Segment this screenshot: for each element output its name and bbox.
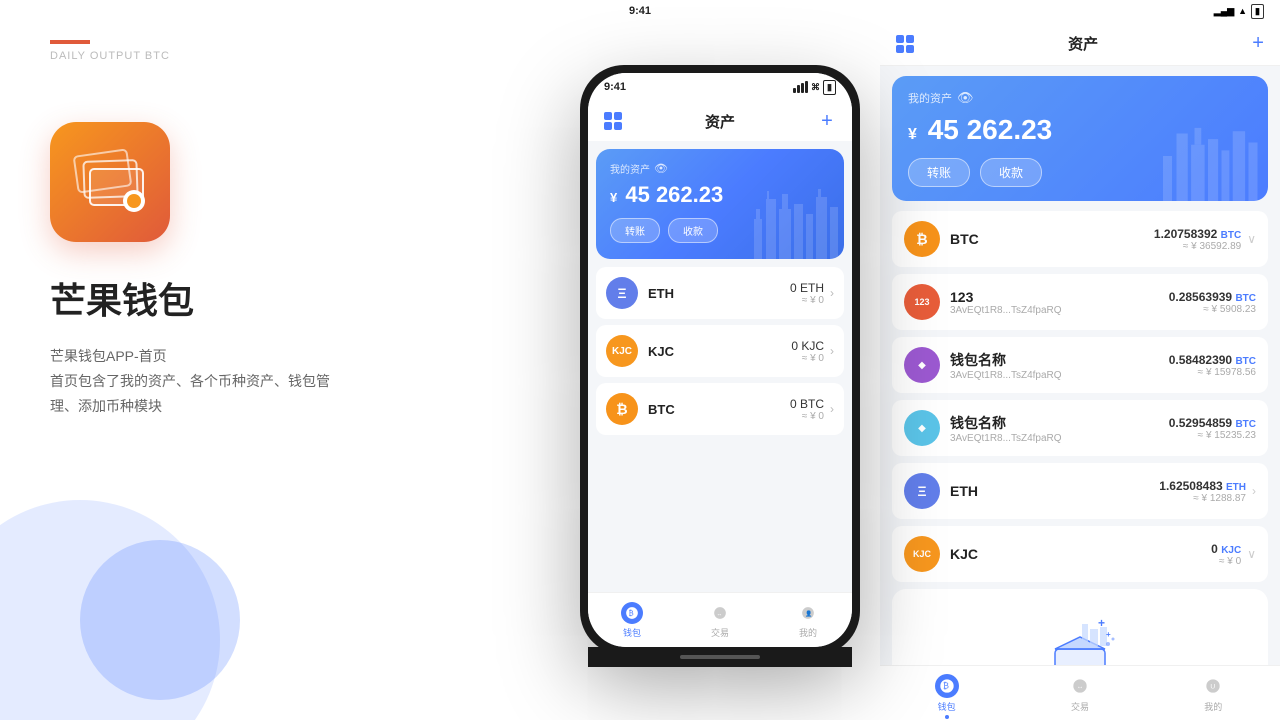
phone-header: 资产 + <box>588 101 852 141</box>
right-receive-button[interactable]: 收款 <box>980 158 1042 187</box>
phone-time: 9:41 <box>604 81 626 93</box>
right-coin-eth[interactable]: Ξ ETH 1.62508483 ETH ≈ ¥ 1288.87 › <box>892 463 1268 519</box>
mine-nav-icon: 👤 <box>797 602 819 624</box>
accent-line <box>50 40 90 44</box>
phone-frame: 9:41 ⌘ ▮ 资产 + <box>580 65 860 655</box>
svg-text:+: + <box>1106 630 1111 639</box>
app-desc: 芒果钱包APP-首页 首页包含了我的资产、各个币种资产、钱包管 理、添加币种模块 <box>50 344 510 420</box>
svg-text:₿: ₿ <box>629 609 634 617</box>
eye-icon[interactable]: 👁 <box>654 162 668 175</box>
receive-button[interactable]: 收款 <box>668 218 718 243</box>
right-asset-label: 我的资产 👁 <box>908 90 1252 106</box>
right-add-icon[interactable]: + <box>1252 32 1264 55</box>
chevron-down-icon: ∨ <box>1247 232 1256 246</box>
svg-text:U: U <box>1211 683 1216 690</box>
right-eth-icon: Ξ <box>904 473 940 509</box>
app-icon <box>50 122 170 242</box>
right-nav-trade[interactable]: ↔ 交易 <box>1068 674 1092 713</box>
nav-wallet[interactable]: ₿ 钱包 <box>621 602 643 639</box>
phone-bottom-nav: ₿ 钱包 ↔ 交易 👤 我的 <box>588 592 852 647</box>
add-icon[interactable]: + <box>818 112 836 130</box>
right-bottom-nav: ₿ 钱包 ↔ 交易 U 我的 <box>880 665 1280 720</box>
coin-item-kjc[interactable]: KJC KJC 0 KJC ≈ ¥ 0 › <box>596 325 844 377</box>
right-grid-icon[interactable] <box>896 35 914 53</box>
right-topbar: 资产 + <box>880 22 1280 66</box>
wallet-nav-icon: ₿ <box>621 602 643 624</box>
phone-coin-list: Ξ ETH 0 ETH ≈ ¥ 0 › KJC KJC 0 KJC ≈ ¥ 0 <box>588 267 852 592</box>
signal-icon <box>793 81 808 93</box>
phone-screen: 9:41 ⌘ ▮ 资产 + <box>588 73 852 647</box>
right-kjc-icon: KJC <box>904 536 940 572</box>
nav-mine[interactable]: 👤 我的 <box>797 602 819 639</box>
right-content: 我的资产 👁 ¥ 45 262.23 转账 收款 <box>880 66 1280 665</box>
chevron-down-icon2: ∨ <box>1247 547 1256 561</box>
transfer-button[interactable]: 转账 <box>610 218 660 243</box>
chevron-right-icon2: › <box>1252 484 1256 498</box>
phone-status-icons: ⌘ ▮ <box>793 80 836 95</box>
phone-header-title: 资产 <box>705 111 735 132</box>
right-coin-btc[interactable]: ₿ BTC 1.20758392 BTC ≈ ¥ 36592.89 ∨ <box>892 211 1268 267</box>
right-coin-wallet1[interactable]: ◆ 钱包名称 3AvEQt1R8...TsZ4fpaRQ 0.58482390 … <box>892 337 1268 393</box>
right-eye-icon[interactable]: 👁 <box>957 90 974 106</box>
right-panel: 9:41 ▂▄▆ ▲ ▮ 资产 + 我的资产 👁 ¥ 45 262.23 转账 <box>880 0 1280 720</box>
sub-brand: DAILY OUTPUT BTC <box>50 50 510 62</box>
wifi-icon: ⌘ <box>811 82 820 93</box>
coin-123-icon: 123 <box>904 284 940 320</box>
eth-create-box: + + 请先创建或导入ETH钱包 创建 导入 <box>892 589 1268 665</box>
chevron-right-icon: › <box>830 286 834 300</box>
coin-item-btc[interactable]: ₿ BTC 0 BTC ≈ ¥ 0 › <box>596 383 844 435</box>
right-signal-icon: ▂▄▆ <box>1214 6 1234 17</box>
app-title: 芒果钱包 <box>50 272 510 324</box>
right-btc-icon: ₿ <box>904 221 940 257</box>
right-trade-nav-icon: ↔ <box>1068 674 1092 698</box>
wallet2-icon: ◆ <box>904 410 940 446</box>
right-battery-icon: ▮ <box>1251 4 1264 19</box>
right-nav-wallet[interactable]: ₿ 钱包 <box>935 674 959 713</box>
right-coin-kjc[interactable]: KJC KJC 0 KJC ≈ ¥ 0 ∨ <box>892 526 1268 582</box>
left-panel: DAILY OUTPUT BTC 芒果钱包 芒果钱包APP-首页 首页包含了我的… <box>0 0 560 720</box>
right-coin-123[interactable]: 123 123 3AvEQt1R8...TsZ4fpaRQ 0.28563939… <box>892 274 1268 330</box>
right-status-icons: ▂▄▆ ▲ ▮ <box>1214 4 1264 19</box>
battery-icon: ▮ <box>823 80 836 95</box>
coin-item-eth[interactable]: Ξ ETH 0 ETH ≈ ¥ 0 › <box>596 267 844 319</box>
grid-icon[interactable] <box>604 112 622 130</box>
phone-status-bar: 9:41 ⌘ ▮ <box>588 73 852 101</box>
asset-label: 我的资产 👁 <box>610 161 830 176</box>
right-status-bar: 9:41 ▂▄▆ ▲ ▮ <box>880 0 1280 22</box>
btc-icon: ₿ <box>606 393 638 425</box>
right-coin-wallet2[interactable]: ◆ 钱包名称 3AvEQt1R8...TsZ4fpaRQ 0.52954859 … <box>892 400 1268 456</box>
right-asset-card: 我的资产 👁 ¥ 45 262.23 转账 收款 <box>892 76 1268 201</box>
right-transfer-button[interactable]: 转账 <box>908 158 970 187</box>
right-mine-nav-icon: U <box>1201 674 1225 698</box>
chevron-right-icon: › <box>830 344 834 358</box>
right-header-title: 资产 <box>1068 33 1098 54</box>
wallet1-icon: ◆ <box>904 347 940 383</box>
right-nav-mine[interactable]: U 我的 <box>1201 674 1225 713</box>
trade-nav-icon: ↔ <box>709 602 731 624</box>
right-wallet-nav-icon: ₿ <box>935 674 959 698</box>
eth-icon: Ξ <box>606 277 638 309</box>
phone-mockup: 9:41 ⌘ ▮ 资产 + <box>560 0 880 720</box>
phone-asset-card: 我的资产 👁 ¥ 45 262.23 转账 收款 <box>596 149 844 259</box>
kjc-icon: KJC <box>606 335 638 367</box>
chevron-right-icon: › <box>830 402 834 416</box>
svg-text:+: + <box>1098 616 1105 630</box>
svg-text:↔: ↔ <box>717 611 723 617</box>
right-wifi-icon: ▲ <box>1238 6 1247 16</box>
svg-text:₿: ₿ <box>943 681 949 690</box>
svg-text:↔: ↔ <box>1077 683 1084 690</box>
nav-trade[interactable]: ↔ 交易 <box>709 602 731 639</box>
